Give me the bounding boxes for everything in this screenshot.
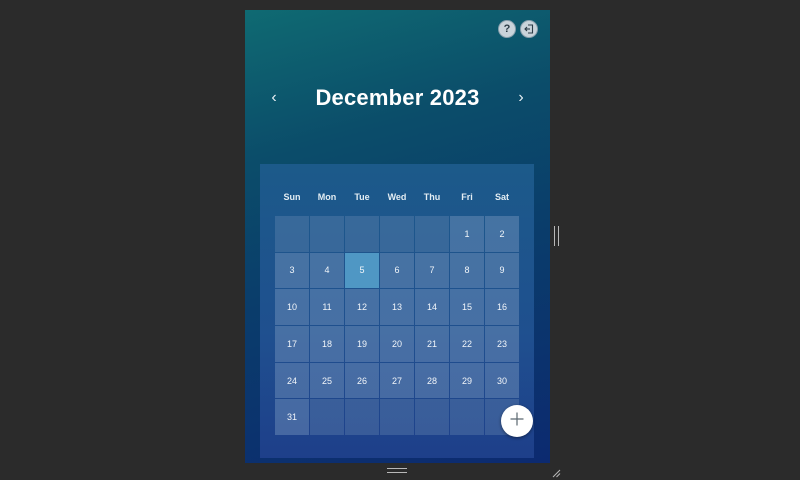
window-resize-handle-right[interactable] (554, 226, 559, 246)
empty-day-cell (345, 399, 379, 435)
month-title: December 2023 (315, 85, 480, 110)
day-grid: 1 2 3 4 5 6 7 8 9 10 11 12 13 14 15 16 17 18 19 20 21 22 23 24 2… (275, 216, 519, 435)
chevron-left-icon: ‹ (271, 89, 277, 106)
day-cell[interactable]: 15 (450, 289, 484, 325)
empty-day-cell (345, 216, 379, 252)
exit-button[interactable] (520, 20, 538, 38)
empty-day-cell (275, 216, 309, 252)
empty-day-cell (380, 399, 414, 435)
weekday-label: Sat (494, 192, 509, 202)
day-cell[interactable]: 21 (415, 326, 449, 362)
empty-day-cell (380, 216, 414, 252)
top-toolbar: ? (498, 20, 538, 38)
empty-day-cell (310, 216, 344, 252)
weekday-label: Wed (387, 192, 407, 202)
day-cell[interactable]: 4 (310, 252, 344, 289)
day-cell[interactable]: 1 (450, 216, 484, 252)
day-cell[interactable]: 10 (275, 289, 309, 325)
resize-grip-icon[interactable] (551, 465, 561, 478)
day-cell[interactable]: 24 (275, 362, 309, 399)
weekday-header-row: Sun Mon Tue Wed Thu Fri Sat (275, 192, 519, 202)
empty-day-cell (310, 399, 344, 435)
day-cell[interactable]: 8 (450, 252, 484, 289)
day-cell[interactable]: 14 (415, 289, 449, 325)
day-cell[interactable]: 25 (310, 362, 344, 399)
day-cell[interactable]: 12 (345, 289, 379, 325)
day-cell[interactable]: 29 (450, 362, 484, 399)
day-cell[interactable]: 30 (485, 362, 519, 399)
weekday-label: Fri (461, 192, 473, 202)
day-cell[interactable]: 18 (310, 326, 344, 362)
day-cell[interactable]: 3 (275, 252, 309, 289)
help-button[interactable]: ? (498, 20, 516, 38)
chevron-right-icon: › (518, 89, 524, 106)
empty-day-cell (415, 216, 449, 252)
empty-day-cell (450, 399, 484, 435)
next-month-button[interactable]: › (512, 88, 530, 108)
day-cell[interactable]: 19 (345, 326, 379, 362)
calendar-app-window: ? ‹ December 2023 › Sun Mon Tue Wed Thu … (245, 10, 550, 463)
weekday-label: Mon (317, 192, 337, 202)
day-cell[interactable]: 28 (415, 362, 449, 399)
day-cell[interactable]: 20 (380, 326, 414, 362)
day-cell[interactable]: 13 (380, 289, 414, 325)
weekday-label: Thu (423, 192, 441, 202)
day-cell-today[interactable]: 5 (345, 252, 379, 289)
help-icon: ? (503, 23, 511, 35)
month-header: ‹ December 2023 › (245, 80, 550, 116)
exit-icon (524, 24, 534, 34)
desktop-background: ? ‹ December 2023 › Sun Mon Tue Wed Thu … (0, 0, 800, 480)
day-cell[interactable]: 27 (380, 362, 414, 399)
day-cell[interactable]: 22 (450, 326, 484, 362)
add-event-button[interactable] (501, 405, 533, 437)
day-cell[interactable]: 11 (310, 289, 344, 325)
day-cell[interactable]: 26 (345, 362, 379, 399)
plus-icon (509, 411, 525, 432)
day-cell[interactable]: 9 (485, 252, 519, 289)
day-cell[interactable]: 23 (485, 326, 519, 362)
day-cell[interactable]: 2 (485, 216, 519, 252)
calendar-grid-panel: Sun Mon Tue Wed Thu Fri Sat 1 2 3 4 5 6 7 8 9 10 1… (260, 164, 534, 458)
day-cell[interactable]: 7 (415, 252, 449, 289)
weekday-label: Sun (283, 192, 301, 202)
weekday-label: Tue (354, 192, 370, 202)
day-cell[interactable]: 16 (485, 289, 519, 325)
day-cell[interactable]: 6 (380, 252, 414, 289)
day-cell[interactable]: 17 (275, 326, 309, 362)
previous-month-button[interactable]: ‹ (265, 88, 283, 108)
day-cell[interactable]: 31 (275, 399, 309, 435)
empty-day-cell (415, 399, 449, 435)
window-resize-handle-bottom[interactable] (387, 468, 407, 473)
